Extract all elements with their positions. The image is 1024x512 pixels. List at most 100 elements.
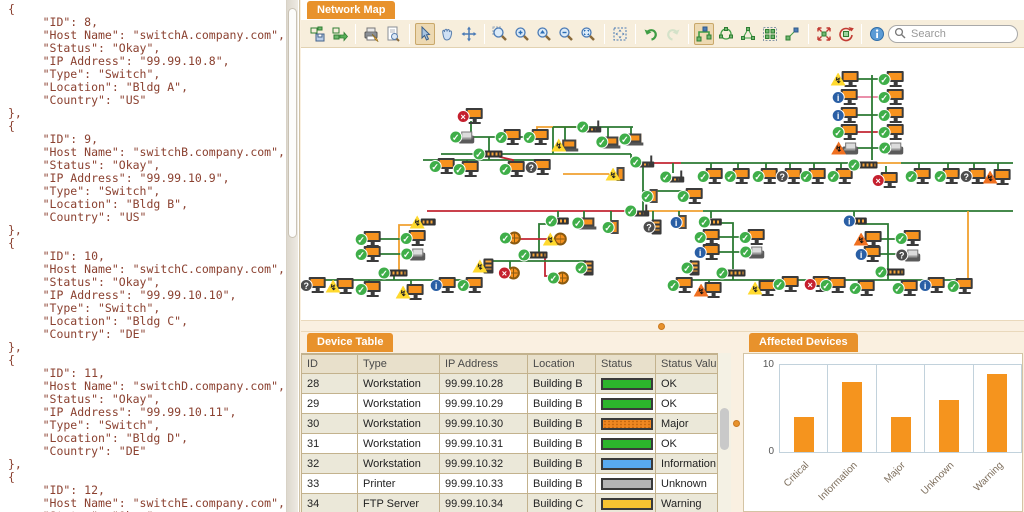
map-node-pc[interactable]: ✓ <box>946 278 973 294</box>
zoom-out-button[interactable] <box>556 23 576 45</box>
map-node-pc[interactable]: ✓ <box>819 277 846 293</box>
map-node-pc[interactable]: ✓ <box>751 168 778 184</box>
zoom-selection-button[interactable] <box>534 23 554 45</box>
map-node-minisw[interactable]: i <box>842 214 867 228</box>
map-node-pc[interactable]: ✓ <box>891 280 918 296</box>
zoom-box-button[interactable] <box>490 23 510 45</box>
map-node-pc[interactable]: ✓ <box>894 230 921 246</box>
map-node-pc[interactable]: ✓ <box>877 71 904 87</box>
map-node-laptop[interactable]: ✓ <box>571 216 597 230</box>
map-node-pc[interactable]: ✓ <box>877 89 904 105</box>
map-node-pc[interactable]: ✓ <box>428 158 455 174</box>
import-map-button[interactable] <box>308 23 328 45</box>
network-map-canvas[interactable]: × ✓ ✓ ✓ ↯ ✓ ✓ ✓ ✓ ✓ ✓ ✓? ✓ ↯ ✓ ✓ ✓ ✓? ✓ ✓ ✓ × ✓ ✓? ↯ ↯ ✓ i ✓ i ✓ ✓ ✓ ↯ ✓ ✓ ✓… <box>301 48 1024 320</box>
map-node-pc[interactable]: ✓ <box>848 280 875 296</box>
map-node-hub[interactable]: ✓ <box>640 189 658 203</box>
map-node-pc[interactable]: ✓ <box>498 161 525 177</box>
map-node-printer[interactable]: ✓ <box>878 141 904 155</box>
json-panel-scrollbar-thumb[interactable] <box>288 8 297 238</box>
column-header-status[interactable]: Status <box>595 354 656 374</box>
map-node-pc[interactable]: ↯ <box>747 280 776 296</box>
map-node-minisw[interactable]: ✓ <box>697 215 722 229</box>
map-node-pc[interactable]: ? <box>775 168 802 184</box>
print-button[interactable] <box>361 23 381 45</box>
map-node-pc[interactable]: ✓ <box>676 188 703 204</box>
map-node-router[interactable]: ✓ <box>624 204 650 218</box>
map-node-pc[interactable]: ✓ <box>666 277 693 293</box>
table-row[interactable]: 29 Workstation 99.99.10.29 Building B OK <box>301 393 718 414</box>
map-node-pc[interactable]: i <box>831 107 858 123</box>
map-node-server[interactable]: ✓ <box>680 260 700 276</box>
fit-view-button[interactable] <box>459 23 479 45</box>
layout-incremental-button[interactable] <box>782 23 802 45</box>
vertical-splitter[interactable] <box>731 332 743 512</box>
horizontal-splitter[interactable] <box>301 320 1024 332</box>
export-map-button[interactable] <box>330 23 350 45</box>
map-node-printer[interactable]: ? <box>895 248 921 262</box>
map-node-server[interactable]: ? <box>642 219 662 235</box>
map-node-pc[interactable]: ✓ <box>452 161 479 177</box>
map-node-pc[interactable]: ✓ <box>799 168 826 184</box>
splitter-grip-icon[interactable] <box>733 420 740 427</box>
device-table-scrollbar[interactable] <box>717 353 731 512</box>
print-preview-button[interactable] <box>383 23 403 45</box>
column-header-id[interactable]: ID <box>301 354 358 374</box>
map-node-pc[interactable]: i <box>854 246 881 262</box>
map-node-pc[interactable]: ✓ <box>354 246 381 262</box>
map-node-laptop[interactable]: ✓ <box>618 132 644 146</box>
map-node-pc[interactable]: × <box>871 172 898 188</box>
affected-devices-tab[interactable]: Affected Devices <box>749 333 858 352</box>
column-header-type[interactable]: Type <box>357 354 440 374</box>
map-node-laptop[interactable]: ✓ <box>595 135 621 149</box>
map-node-switch[interactable]: ✓ <box>377 266 408 280</box>
map-node-pc[interactable]: ✓ <box>877 124 904 140</box>
map-node-hub[interactable]: ↯ <box>605 167 625 181</box>
expand-layout-button[interactable] <box>814 23 834 45</box>
table-row[interactable]: 30 Workstation 99.99.10.30 Building B Major <box>301 413 718 434</box>
map-node-pc[interactable]: ✓ <box>772 276 799 292</box>
table-row[interactable]: 28 Workstation 99.99.10.28 Building B OK <box>301 373 718 394</box>
map-node-pc[interactable]: ? <box>524 159 551 175</box>
map-node-hub[interactable]: i <box>669 215 687 229</box>
map-node-pc[interactable]: i <box>831 89 858 105</box>
table-row[interactable]: 33 Printer 99.99.10.33 Building B Unknown <box>301 473 718 494</box>
column-header-location[interactable]: Location <box>527 354 596 374</box>
map-node-hub[interactable]: ✓ <box>601 220 619 234</box>
map-node-minisw[interactable]: ↯ <box>409 215 436 229</box>
map-node-switch[interactable]: ✓ <box>517 248 548 262</box>
map-node-pc[interactable]: i <box>429 277 456 293</box>
column-header-status-value[interactable]: Status Value <box>655 354 718 374</box>
map-node-switch[interactable]: ✓ <box>874 265 905 279</box>
undo-button[interactable] <box>641 23 661 45</box>
map-node-pc[interactable]: ✓ <box>456 277 483 293</box>
rotate-layout-button[interactable] <box>836 23 856 45</box>
map-node-pc[interactable]: i <box>693 244 720 260</box>
device-table-tab[interactable]: Device Table <box>307 333 394 352</box>
map-node-pc[interactable]: ✓ <box>494 129 521 145</box>
map-node-pc[interactable]: ↯ <box>830 71 859 87</box>
map-node-pc[interactable]: ? <box>301 277 326 293</box>
splitter-grip-icon[interactable] <box>658 323 665 330</box>
map-node-server[interactable]: ↯ <box>472 258 494 274</box>
map-node-pc[interactable]: ↯ <box>395 284 424 300</box>
column-header-ip-address[interactable]: IP Address <box>439 354 528 374</box>
map-node-pc[interactable]: ✓ <box>877 107 904 123</box>
map-node-server[interactable]: ✓ <box>574 260 594 276</box>
map-node-globe[interactable]: ✓ <box>498 231 521 245</box>
map-node-minisw[interactable]: ✓ <box>544 214 569 228</box>
map-node-pc[interactable]: ✓ <box>693 229 720 245</box>
map-node-pc[interactable]: ✓ <box>354 281 381 297</box>
layout-orthogonal-button[interactable] <box>693 22 714 45</box>
map-node-globe[interactable]: ↯ <box>542 232 567 246</box>
map-node-pc[interactable]: ✓ <box>933 168 960 184</box>
select-tool-button[interactable] <box>414 22 435 45</box>
map-node-laptop[interactable]: ↯ <box>551 138 579 152</box>
info-button[interactable] <box>867 23 887 45</box>
map-node-router[interactable]: ✓ <box>659 170 685 184</box>
map-node-pc[interactable]: ↯ <box>325 278 354 294</box>
zoom-reset-button[interactable] <box>578 23 598 45</box>
json-panel-scrollbar[interactable] <box>286 0 298 512</box>
map-node-pc[interactable]: i <box>918 277 945 293</box>
map-node-globe[interactable]: × <box>497 266 520 280</box>
table-row[interactable]: 32 Workstation 99.99.10.32 Building B Inform… <box>301 453 718 474</box>
